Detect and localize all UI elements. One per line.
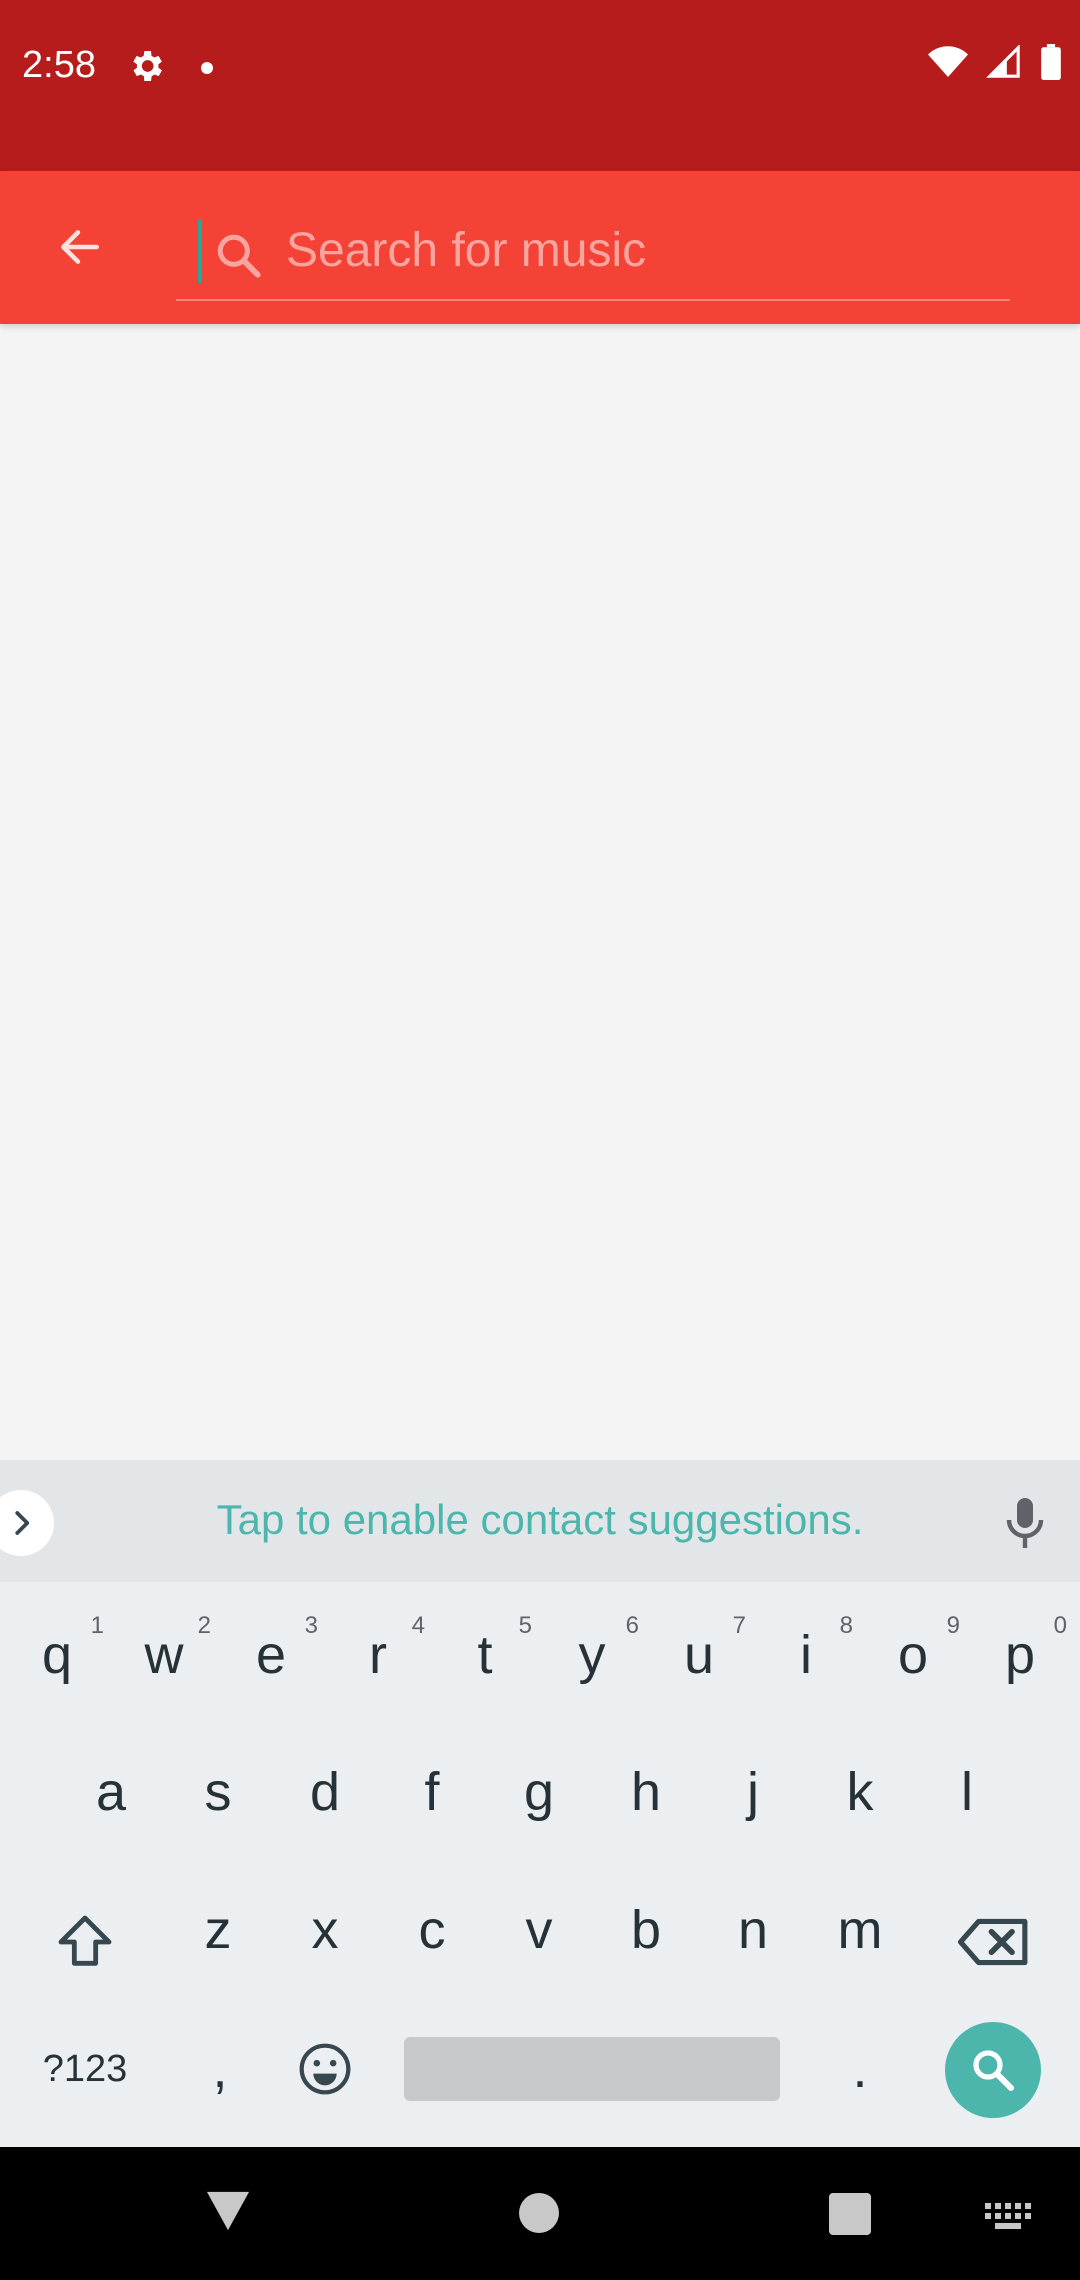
recents-square-icon[interactable] (829, 2193, 871, 2235)
key-label: q (41, 1625, 73, 1685)
key-number-hint: 0 (1053, 1612, 1067, 1639)
home-circle-icon[interactable] (519, 2193, 559, 2233)
key-label: o (897, 1625, 929, 1685)
search-icon (217, 234, 261, 278)
key-h[interactable]: h (601, 1747, 691, 1837)
battery-icon (1041, 44, 1061, 80)
key-label: k (846, 1762, 874, 1822)
key-label: u (683, 1625, 715, 1685)
key-label: g (523, 1762, 555, 1822)
key-o[interactable]: o9 (868, 1610, 960, 1700)
back-button[interactable] (40, 207, 120, 287)
key-label: s (204, 1762, 232, 1822)
key-j[interactable]: j (708, 1747, 798, 1837)
key-label: m (837, 1900, 883, 1960)
key-label: z (204, 1900, 232, 1960)
key-label: n (737, 1900, 769, 1960)
key-p[interactable]: p0 (975, 1610, 1067, 1700)
key-number-hint: 7 (732, 1612, 746, 1639)
key-number-hint: 1 (90, 1612, 104, 1639)
key-n[interactable]: n (708, 1885, 798, 1975)
key-label: f (424, 1762, 440, 1822)
backspace-icon (958, 1918, 1028, 1966)
key-x[interactable]: x (280, 1885, 370, 1975)
key-number-hint: 4 (411, 1612, 425, 1639)
key-q[interactable]: q1 (12, 1610, 104, 1700)
key-w[interactable]: w2 (119, 1610, 212, 1700)
content-area (0, 324, 1080, 1460)
key-a[interactable]: a (66, 1747, 156, 1837)
key-label: c (418, 1900, 446, 1960)
key-number-hint: 8 (839, 1612, 853, 1639)
emoji-icon (299, 2043, 351, 2095)
key-label: h (630, 1762, 662, 1822)
backspace-key[interactable] (950, 1902, 1038, 1982)
settings-icon (133, 51, 162, 81)
key-s[interactable]: s (173, 1747, 263, 1837)
search-icon (973, 2050, 1014, 2091)
status-bar: 2:58 (0, 0, 1080, 171)
key-number-hint: 2 (197, 1612, 211, 1639)
period-key[interactable]: . (820, 2032, 900, 2106)
search-input[interactable] (284, 217, 988, 283)
key-f[interactable]: f (387, 1747, 477, 1837)
navigation-bar (0, 2147, 1080, 2280)
key-e[interactable]: e3 (226, 1610, 318, 1700)
key-label: a (95, 1762, 127, 1822)
notification-dot (201, 62, 213, 74)
key-r[interactable]: r4 (333, 1610, 425, 1700)
search-field[interactable] (176, 199, 1010, 301)
space-key[interactable] (404, 2037, 780, 2101)
key-label: t (477, 1625, 493, 1685)
key-k[interactable]: k (815, 1747, 905, 1837)
key-b[interactable]: b (601, 1885, 691, 1975)
status-time: 2:58 (22, 44, 96, 86)
key-c[interactable]: c (387, 1885, 477, 1975)
key-y[interactable]: y6 (547, 1610, 640, 1700)
key-label: l (961, 1762, 973, 1822)
keyboard-icon[interactable] (985, 2203, 1031, 2229)
key-v[interactable]: v (494, 1885, 584, 1975)
key-label: b (630, 1900, 662, 1960)
key-u[interactable]: u7 (654, 1610, 746, 1700)
on-screen-keyboard: Tap to enable contact suggestions. q1w2e… (0, 1460, 1080, 2147)
key-label: r (369, 1625, 387, 1685)
key-label: w (144, 1625, 184, 1685)
emoji-key[interactable] (287, 2032, 363, 2106)
search-action-key[interactable] (945, 2022, 1041, 2118)
key-d[interactable]: d (280, 1747, 370, 1837)
signal-icon (986, 45, 1020, 78)
key-i[interactable]: i8 (761, 1610, 853, 1700)
wifi-icon (928, 46, 968, 77)
key-label: i (800, 1625, 812, 1685)
comma-key[interactable]: , (180, 2032, 260, 2106)
key-number-hint: 6 (625, 1612, 639, 1639)
key-m[interactable]: m (815, 1885, 905, 1975)
key-number-hint: 9 (946, 1612, 960, 1639)
key-label: d (309, 1762, 341, 1822)
arrow-left-icon (61, 230, 99, 264)
app-bar (0, 171, 1080, 324)
key-z[interactable]: z (173, 1885, 263, 1975)
system-status-icons (928, 44, 1062, 80)
key-l[interactable]: l (922, 1747, 1012, 1837)
symbols-key[interactable]: ?123 (20, 2032, 150, 2106)
key-t[interactable]: t5 (440, 1610, 532, 1700)
key-g[interactable]: g (494, 1747, 584, 1837)
key-number-hint: 5 (518, 1612, 532, 1639)
key-number-hint: 3 (304, 1612, 318, 1639)
key-label: e (255, 1625, 287, 1685)
text-cursor (198, 219, 202, 283)
back-triangle-icon[interactable] (205, 2189, 251, 2233)
key-label: j (747, 1762, 759, 1822)
key-label: y (578, 1625, 606, 1685)
key-label: p (1004, 1625, 1036, 1685)
key-label: v (525, 1900, 553, 1960)
key-label: x (311, 1900, 339, 1960)
shift-arrow-icon (58, 1915, 112, 1966)
shift-key[interactable] (45, 1902, 125, 1982)
